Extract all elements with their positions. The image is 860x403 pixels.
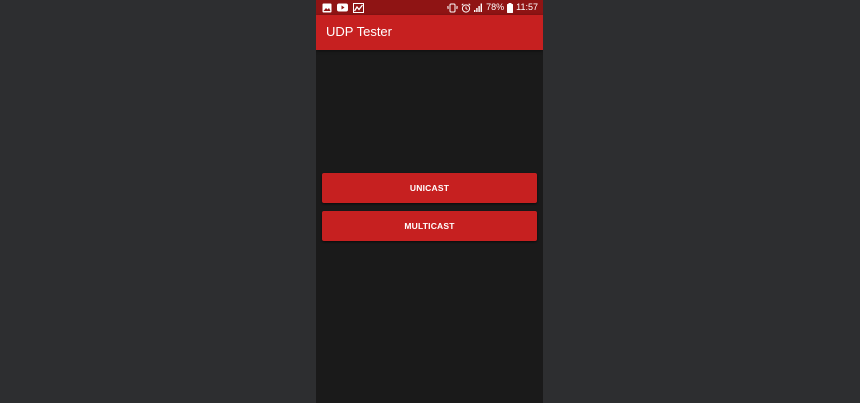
unicast-button[interactable]: UNICAST <box>322 173 537 203</box>
youtube-icon <box>337 3 348 12</box>
system-status: 78% 11:57 <box>447 1 538 14</box>
phone-screen: 78% 11:57 UDP Tester UNICAST MULTICAST <box>316 0 543 403</box>
image-icon <box>322 3 332 13</box>
app-bar: UDP Tester <box>316 15 543 50</box>
multicast-button[interactable]: MULTICAST <box>322 211 537 241</box>
chart-icon <box>353 2 364 13</box>
clock: 11:57 <box>516 2 538 12</box>
status-bar: 78% 11:57 <box>316 0 543 15</box>
notification-icons <box>322 2 364 13</box>
alarm-icon <box>461 2 471 13</box>
app-title: UDP Tester <box>326 24 392 39</box>
battery-icon <box>507 2 514 13</box>
battery-percent: 78% <box>486 2 505 12</box>
vibrate-icon <box>447 3 459 13</box>
signal-icon <box>474 3 483 12</box>
